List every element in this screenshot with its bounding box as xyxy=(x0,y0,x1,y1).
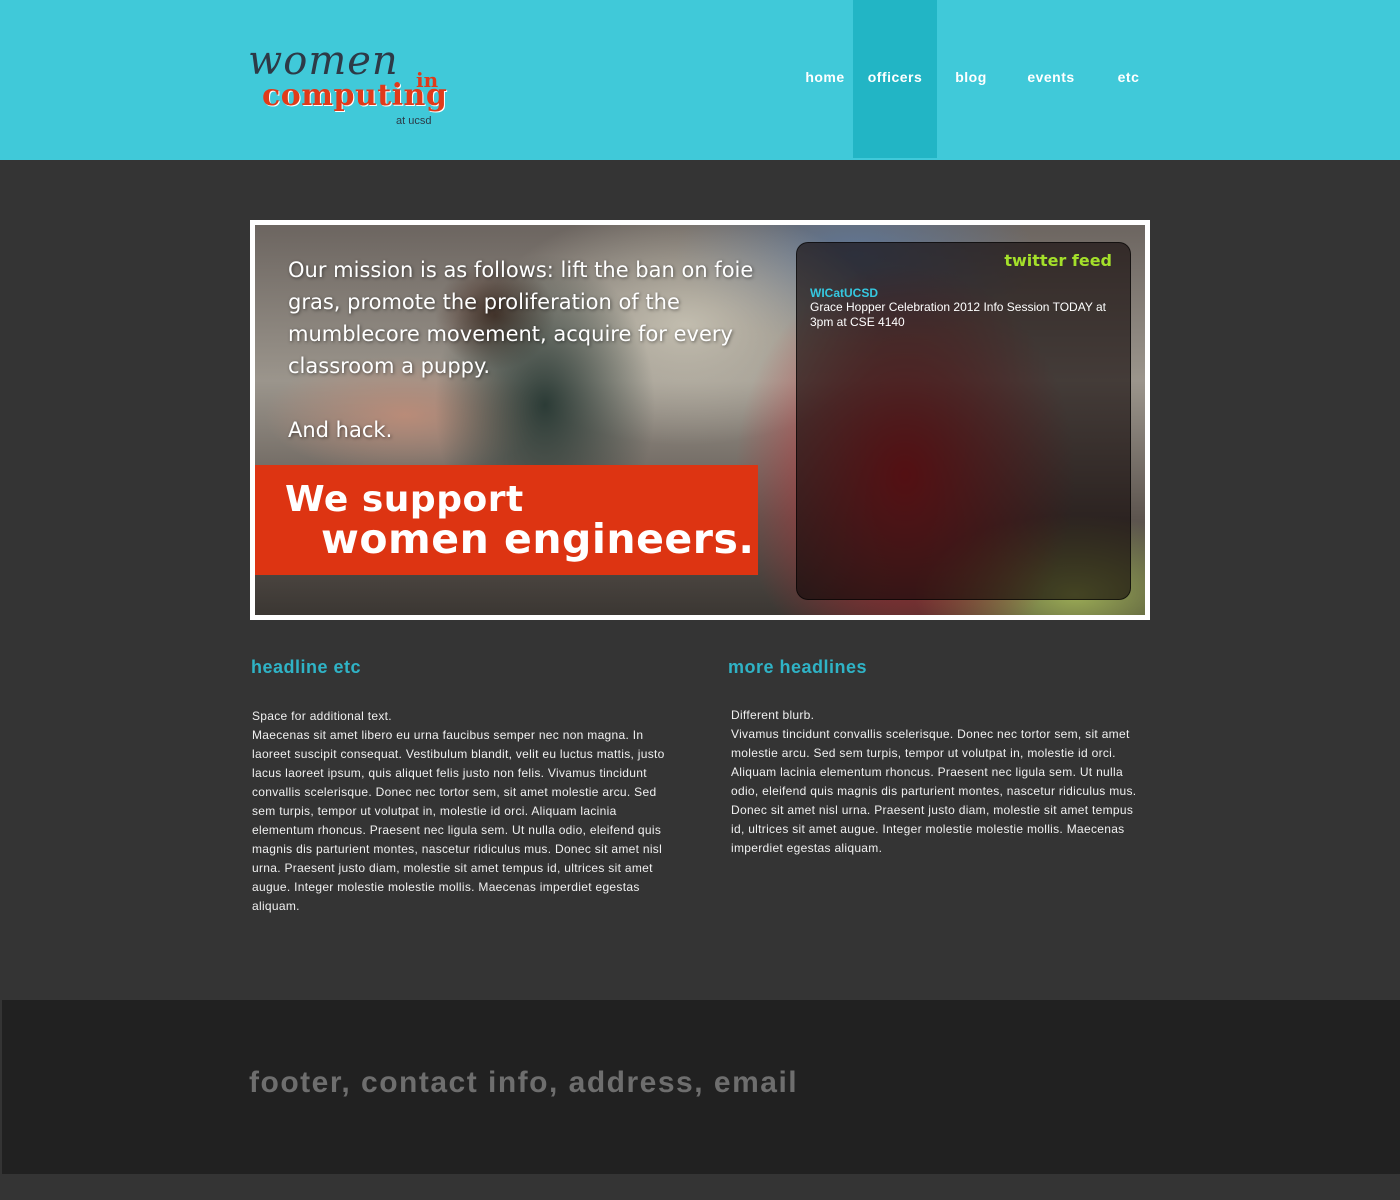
site-footer: footer, contact info, address, email xyxy=(2,1000,1400,1174)
mission-statement: Our mission is as follows: lift the ban … xyxy=(288,258,754,378)
mission-hack: And hack. xyxy=(288,418,393,442)
hero-photo: Our mission is as follows: lift the ban … xyxy=(255,225,1145,615)
footer-text: footer, contact info, address, email xyxy=(249,1066,799,1099)
nav-etc[interactable]: etc xyxy=(1105,0,1152,158)
support-line-1: We support xyxy=(285,479,524,520)
tweet-text: Grace Hopper Celebration 2012 Info Sessi… xyxy=(810,300,1106,329)
tweet-username[interactable]: WICatUCSD xyxy=(810,286,878,300)
column-headline: headline etc xyxy=(251,657,362,677)
twitter-feed-panel: twitter feed WICatUCSD Grace Hopper Cele… xyxy=(796,242,1131,600)
nav-home[interactable]: home xyxy=(792,0,858,158)
content-column-left: headline etc Space for additional text. … xyxy=(251,657,671,913)
column-intro: Space for additional text. xyxy=(252,709,392,723)
logo-subtitle: at ucsd xyxy=(396,115,432,127)
column-text: Vivamus tincidunt convallis scelerisque.… xyxy=(731,727,1137,855)
twitter-feed-title: twitter feed xyxy=(1004,251,1112,270)
content-column-right: more headlines Different blurb. Vivamus … xyxy=(728,657,1148,855)
nav-officers[interactable]: officers xyxy=(853,0,937,158)
nav-blog[interactable]: blog xyxy=(940,0,1002,158)
nav-events[interactable]: events xyxy=(1015,0,1087,158)
column-text: Maecenas sit amet libero eu urna faucibu… xyxy=(252,728,665,913)
support-line-2: women engineers. xyxy=(321,515,755,563)
logo-computing-text: computing xyxy=(262,78,448,113)
site-header: women in computing at ucsd home officers… xyxy=(0,0,1400,160)
support-banner: We support women engineers. xyxy=(255,465,758,575)
column-intro: Different blurb. xyxy=(731,708,815,722)
column-headline: more headlines xyxy=(728,657,868,677)
hero-banner: Our mission is as follows: lift the ban … xyxy=(250,220,1150,620)
column-body: Different blurb. Vivamus tincidunt conva… xyxy=(731,706,1149,858)
site-logo[interactable]: women in computing at ucsd xyxy=(248,38,478,134)
column-body: Space for additional text. Maecenas sit … xyxy=(252,707,670,916)
